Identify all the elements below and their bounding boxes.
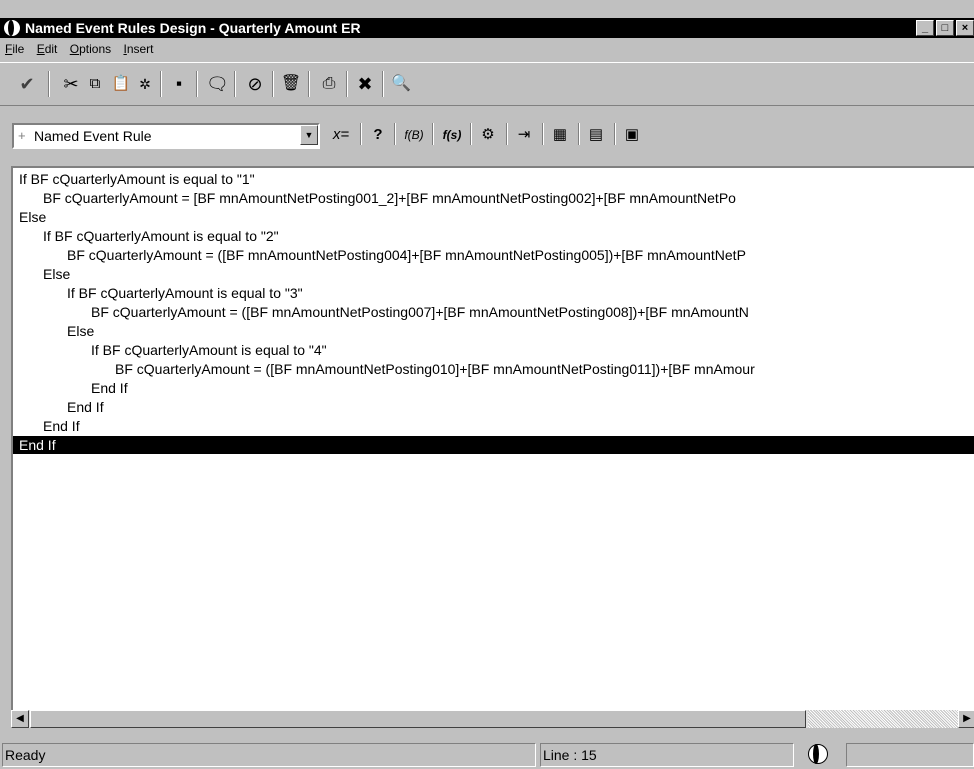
er-design-window: Named Event Rules Design - Quarterly Amo… bbox=[0, 0, 974, 769]
delete-icon[interactable]: 🗑 bbox=[280, 73, 302, 95]
menu-insert[interactable]: Insert bbox=[118, 38, 157, 57]
er-line[interactable]: BF cQuarterlyAmount = ([BF mnAmountNetPo… bbox=[13, 303, 974, 321]
er-type-selector[interactable]: + Named Event Rule ▼ bbox=[12, 123, 320, 149]
system-function-icon[interactable]: f(s) bbox=[438, 125, 466, 145]
status-extra-pane bbox=[846, 743, 974, 767]
toolbar-separator bbox=[432, 123, 434, 145]
menu-bar: File Edit Options Insert bbox=[0, 38, 974, 60]
scroll-track[interactable] bbox=[808, 710, 958, 728]
toolbar-separator bbox=[272, 71, 274, 97]
maximize-icon[interactable]: □ bbox=[936, 20, 954, 36]
horizontal-scrollbar[interactable]: ◀ ▶ bbox=[11, 710, 974, 728]
assignment-icon[interactable]: x= bbox=[328, 125, 354, 145]
comment-icon[interactable]: 🗨 bbox=[206, 73, 229, 95]
er-line[interactable]: BF cQuarterlyAmount = [BF mnAmountNetPos… bbox=[13, 189, 974, 207]
toolbar-separator bbox=[360, 123, 362, 145]
app-globe-icon[interactable] bbox=[4, 20, 20, 36]
business-function-icon[interactable]: f(B) bbox=[400, 125, 428, 145]
scroll-right-icon[interactable]: ▶ bbox=[958, 710, 974, 728]
toolbar-separator bbox=[614, 123, 616, 145]
er-line[interactable]: BF cQuarterlyAmount = ([BF mnAmountNetPo… bbox=[13, 360, 974, 378]
copy-icon[interactable]: ⧉ bbox=[84, 73, 106, 95]
er-line[interactable]: Else bbox=[13, 322, 974, 340]
cut-icon[interactable]: ✂ bbox=[60, 73, 82, 95]
scroll-thumb[interactable] bbox=[30, 710, 806, 728]
validate-icon[interactable]: 🔍 bbox=[390, 73, 412, 95]
checkmark-icon[interactable]: ✔ bbox=[16, 73, 38, 95]
menu-options[interactable]: Options bbox=[65, 38, 115, 57]
paste-icon[interactable]: 📋 bbox=[110, 73, 132, 95]
er-line[interactable]: If BF cQuarterlyAmount is equal to "1" bbox=[13, 170, 974, 188]
status-message: Ready bbox=[2, 743, 536, 767]
toolbar-separator bbox=[542, 123, 544, 145]
expand-icon: + bbox=[18, 128, 26, 143]
er-line[interactable]: BF cQuarterlyAmount = ([BF mnAmountNetPo… bbox=[13, 246, 974, 264]
window-controls: _ □ × bbox=[914, 20, 974, 36]
toolbar-separator bbox=[394, 123, 396, 145]
chevron-down-icon[interactable]: ▼ bbox=[300, 125, 318, 145]
status-bar: Ready Line : 15 bbox=[0, 739, 974, 769]
minimize-icon[interactable]: _ bbox=[916, 20, 934, 36]
calendar-icon[interactable]: ▦ bbox=[548, 125, 572, 145]
er-line[interactable]: End If bbox=[13, 379, 974, 397]
print-icon[interactable]: ⎙ bbox=[318, 73, 340, 95]
variables-icon[interactable]: ⚙ bbox=[476, 125, 500, 145]
toolbar-separator bbox=[506, 123, 508, 145]
cancel-icon[interactable]: ⊘ bbox=[244, 73, 266, 95]
toolbar-separator bbox=[346, 71, 348, 97]
title-bar[interactable]: Named Event Rules Design - Quarterly Amo… bbox=[0, 18, 974, 38]
close-window-icon[interactable]: × bbox=[956, 20, 974, 36]
er-line[interactable]: If BF cQuarterlyAmount is equal to "3" bbox=[13, 284, 974, 302]
globe-icon bbox=[806, 743, 828, 765]
er-line[interactable]: End If bbox=[13, 436, 974, 454]
toolbar-separator bbox=[578, 123, 580, 145]
er-toolbar: + Named Event Rule ▼ x= ? f(B) f(s) ⚙ ⇥ … bbox=[0, 106, 974, 164]
if-condition-icon[interactable]: ? bbox=[368, 125, 388, 145]
toolbar-separator bbox=[234, 71, 236, 97]
er-line[interactable]: End If bbox=[13, 417, 974, 435]
main-toolbar: ✔ ✂ ⧉ 📋 ✲ ▪ 🗨 ⊘ 🗑 ⎙ ✖ 🔍 bbox=[0, 62, 974, 106]
er-line[interactable]: Else bbox=[13, 265, 974, 283]
find-replace-icon[interactable]: ✲ bbox=[134, 73, 156, 95]
toolbar-separator bbox=[48, 71, 50, 97]
er-line[interactable]: If BF cQuarterlyAmount is equal to "4" bbox=[13, 341, 974, 359]
scroll-left-icon[interactable]: ◀ bbox=[11, 710, 29, 728]
table-io-icon[interactable]: ▤ bbox=[584, 125, 608, 145]
save-icon[interactable]: ▪ bbox=[168, 73, 190, 95]
window-title: Named Event Rules Design - Quarterly Amo… bbox=[25, 20, 361, 36]
er-line[interactable]: End If bbox=[13, 398, 974, 416]
form-interconnect-icon[interactable]: ▣ bbox=[620, 125, 644, 145]
toolbar-separator bbox=[470, 123, 472, 145]
toolbar-separator bbox=[308, 71, 310, 97]
status-line-number: Line : 15 bbox=[540, 743, 794, 767]
er-type-value: Named Event Rule bbox=[34, 128, 152, 144]
event-rules-editor[interactable]: If BF cQuarterlyAmount is equal to "1" BF… bbox=[11, 166, 974, 710]
toolbar-separator bbox=[160, 71, 162, 97]
toolbar-separator bbox=[382, 71, 384, 97]
menu-edit[interactable]: Edit bbox=[32, 38, 62, 57]
er-line[interactable]: If BF cQuarterlyAmount is equal to "2" bbox=[13, 227, 974, 245]
close-icon[interactable]: ✖ bbox=[354, 73, 376, 95]
toolbar-separator bbox=[196, 71, 198, 97]
er-line[interactable]: Else bbox=[13, 208, 974, 226]
insert-line-icon[interactable]: ⇥ bbox=[512, 125, 536, 145]
menu-file[interactable]: File bbox=[0, 38, 28, 57]
